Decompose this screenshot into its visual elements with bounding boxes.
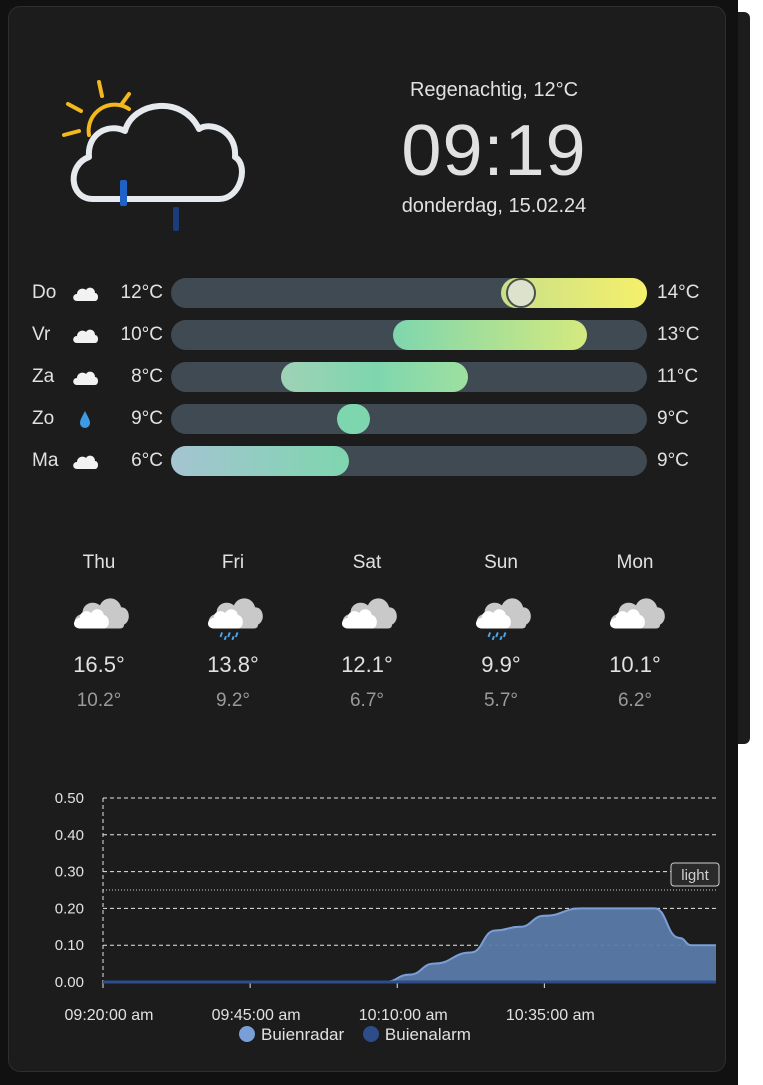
forecast-day-mon: Mon 10.1° 6.2°: [585, 552, 685, 712]
current-condition: Regenachtig, 12°C: [409, 79, 579, 101]
temperature-range-fill: [281, 362, 468, 392]
legend-item-buienalarm[interactable]: Buienalarm: [362, 1025, 471, 1045]
forecast-high: 16.5°: [73, 652, 125, 677]
chart-legend: Buienradar Buienalarm: [239, 1025, 485, 1047]
daily-high: 13°C: [657, 324, 700, 345]
daily-low: 10°C: [120, 324, 163, 345]
current-temperature-marker: [506, 278, 536, 308]
temperature-range-track: [171, 278, 647, 308]
temperature-range-fill: [337, 404, 370, 434]
cloudy-rain-icon: [476, 598, 531, 640]
page-margin: [738, 744, 763, 1085]
daily-row-za: Za 8°C 11°C: [9, 361, 725, 393]
daily-day: Ma: [32, 450, 59, 471]
forecast-low: 6.7°: [349, 690, 384, 711]
weather-card: Regenachtig, 12°C 09:19 donderdag, 15.02…: [8, 6, 726, 1072]
temperature-range-track: [171, 362, 647, 392]
daily-day: Za: [32, 366, 55, 387]
forecast-high: 13.8°: [207, 652, 259, 677]
x-tick-label: 09:45:00 am: [212, 1007, 301, 1024]
daily-day: Vr: [32, 324, 51, 345]
cloudy-rain-icon: [208, 598, 263, 640]
temperature-range-fill: [393, 320, 587, 350]
forecast-day-fri: Fri 13.8° 9.2°: [183, 552, 283, 712]
forecast-day-label: Sun: [484, 552, 518, 573]
cloud-icon: [73, 455, 98, 469]
forecast-high: 9.9°: [481, 652, 521, 677]
temperature-range-track: [171, 446, 647, 476]
cloudy-icon: [610, 598, 665, 629]
legend-item-buienradar[interactable]: Buienradar: [239, 1025, 344, 1045]
forecast-low: 5.7°: [483, 690, 518, 711]
x-tick-label: 09:20:00 am: [65, 1007, 154, 1024]
y-tick-label: 0.00: [55, 974, 84, 991]
daily-low: 6°C: [131, 450, 163, 471]
cloud-icon: [73, 371, 98, 385]
daily-low: 9°C: [131, 408, 163, 429]
temperature-range-fill: [171, 446, 349, 476]
daily-high: 9°C: [657, 408, 689, 429]
daily-row-zo: Zo 9°C 9°C: [9, 403, 725, 435]
temperature-range-track: [171, 404, 647, 434]
forecast-high: 12.1°: [341, 652, 393, 677]
forecast-day-sat: Sat 12.1° 6.7°: [317, 552, 417, 712]
daily-row-ma: Ma 6°C 9°C: [9, 445, 725, 477]
temperature-range-track: [171, 320, 647, 350]
forecast-day-label: Thu: [82, 552, 116, 573]
cloud-icon: [73, 287, 98, 301]
y-tick-label: 0.50: [55, 790, 84, 807]
rain-cloud-sun-icon: [62, 80, 245, 231]
y-tick-label: 0.20: [55, 900, 84, 917]
clock-time: 09:19: [401, 111, 587, 191]
legend-dot: [239, 1026, 255, 1042]
daily-low: 12°C: [120, 282, 163, 303]
adjacent-card-edge: [738, 12, 750, 744]
y-tick-label: 0.40: [55, 827, 84, 844]
raindrop-icon: [80, 411, 90, 428]
cloudy-icon: [342, 598, 397, 629]
x-tick-label: 10:10:00 am: [359, 1007, 448, 1024]
y-tick-label: 0.10: [55, 937, 84, 954]
daily-row-do: Do 12°C 14°C: [9, 277, 725, 309]
daily-day: Do: [32, 282, 57, 303]
legend-dot: [362, 1026, 379, 1042]
daily-high: 11°C: [657, 366, 699, 387]
forecast-low: 10.2°: [76, 690, 122, 711]
cloudy-icon: [74, 598, 129, 629]
forecast-day-thu: Thu 16.5° 10.2°: [49, 552, 149, 712]
daily-high: 9°C: [657, 450, 689, 471]
threshold-label: light: [681, 867, 709, 884]
forecast-day-label: Fri: [221, 552, 245, 573]
forecast-day-sun: Sun 9.9° 5.7°: [451, 552, 551, 712]
daily-high: 14°C: [657, 282, 700, 303]
current-date: donderdag, 15.02.24: [401, 195, 587, 217]
forecast-day-label: Sat: [352, 552, 382, 573]
daily-row-vr: Vr 10°C 13°C: [9, 319, 725, 351]
forecast-high: 10.1°: [609, 652, 661, 677]
daily-low: 8°C: [131, 366, 163, 387]
forecast-day-label: Mon: [616, 552, 654, 573]
forecast-low: 9.2°: [215, 690, 250, 711]
forecast-low: 6.2°: [617, 690, 652, 711]
y-tick-label: 0.30: [55, 864, 84, 881]
daily-day: Zo: [32, 408, 55, 429]
cloud-icon: [73, 329, 98, 343]
x-tick-label: 10:35:00 am: [506, 1007, 595, 1024]
